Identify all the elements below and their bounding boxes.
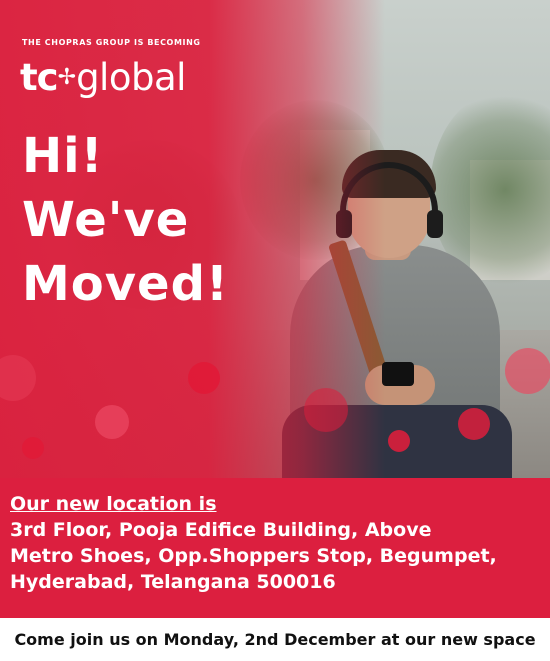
decorative-circle: [505, 348, 550, 394]
decorative-circle: [304, 388, 348, 432]
logo-tc-text: tc: [20, 56, 59, 99]
hero-image: THE CHOPRAS GROUP IS BECOMING tc✢global …: [0, 0, 550, 478]
invitation-footer: Come join us on Monday, 2nd December at …: [0, 618, 550, 661]
address-line: Metro Shoes, Opp.Shoppers Stop, Begumpet…: [10, 545, 497, 567]
address-line: Hyderabad, Telangana 500016: [10, 571, 336, 593]
headline-line-3: Moved!: [22, 256, 229, 312]
headline-line-1: Hi!: [22, 128, 104, 184]
decorative-circle: [188, 362, 220, 394]
address-line: 3rd Floor, Pooja Edifice Building, Above: [10, 519, 432, 541]
headline-line-2: We've: [22, 192, 190, 248]
tc-global-logo: tc✢global: [20, 58, 186, 98]
decorative-circle: [95, 405, 129, 439]
logo-cross-icon: ✢: [57, 65, 77, 90]
address-title: Our new location is: [10, 493, 217, 515]
decorative-circle: [458, 408, 490, 440]
brand-tagline: THE CHOPRAS GROUP IS BECOMING: [22, 38, 201, 47]
logo-global-text: global: [76, 56, 186, 99]
decorative-circle: [22, 437, 44, 459]
address-panel: Our new location is 3rd Floor, Pooja Edi…: [0, 478, 550, 618]
headline: Hi! We've Moved!: [22, 124, 229, 316]
decorative-circle: [388, 430, 410, 452]
